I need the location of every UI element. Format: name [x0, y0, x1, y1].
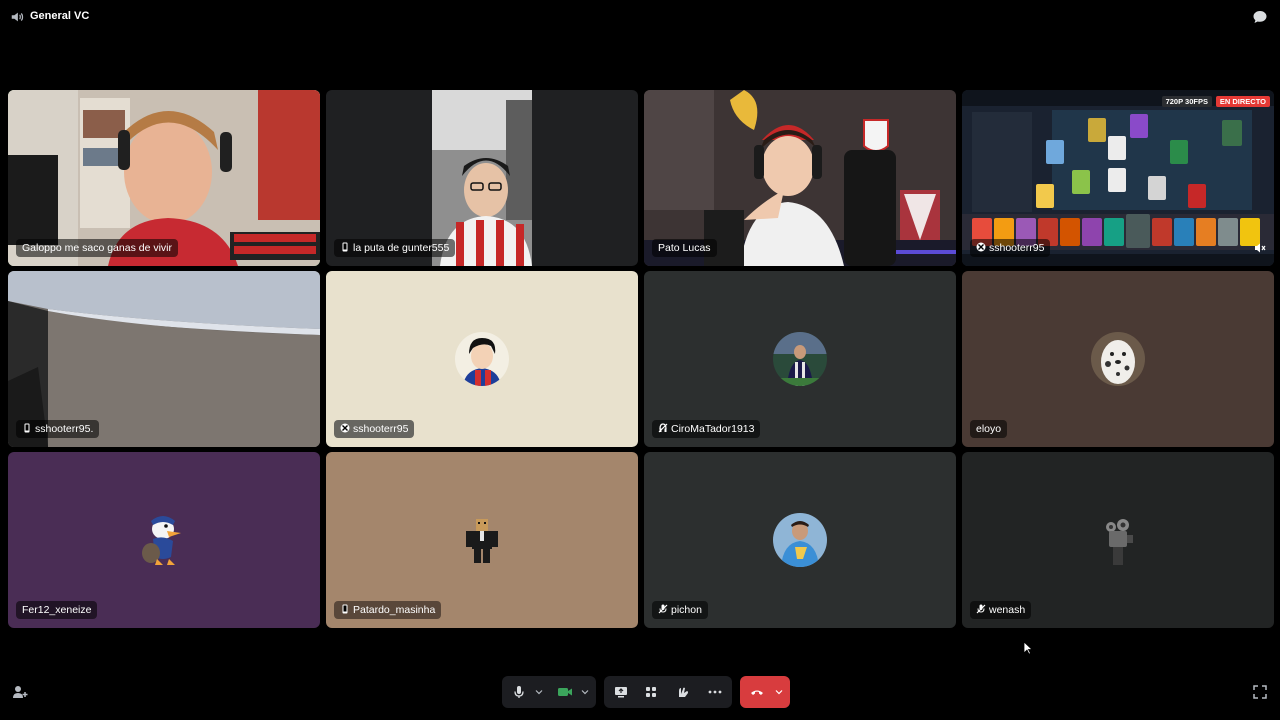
- live-badge: EN DIRECTO: [1215, 96, 1270, 107]
- microphone-icon: [514, 686, 524, 698]
- camera-options-button[interactable]: [578, 676, 592, 708]
- participant-name-text: la puta de gunter555: [353, 242, 450, 254]
- avatar: [1091, 513, 1145, 567]
- voice-controls-bar: [0, 670, 1280, 720]
- hangup-icon: [751, 690, 763, 695]
- phone-icon: [340, 604, 350, 614]
- avatar: [455, 332, 509, 386]
- participant-name-text: CiroMaTador1913: [671, 423, 755, 435]
- participant-name-text: sshooterr95: [353, 423, 409, 435]
- avatar: [773, 332, 827, 386]
- disconnect-button[interactable]: [740, 676, 790, 708]
- mic-options-button[interactable]: [532, 676, 546, 708]
- video-tile[interactable]: la puta de gunter555: [326, 90, 638, 266]
- participant-name: pichon: [652, 601, 708, 619]
- participant-tile[interactable]: sshooterr95: [326, 271, 638, 447]
- participant-name: eloyo: [970, 420, 1008, 438]
- avatar: [137, 513, 191, 567]
- participant-name: Patardo_masinha: [334, 601, 442, 619]
- participant-name: wenash: [970, 601, 1032, 619]
- xbox-icon: [340, 423, 350, 433]
- chat-icon[interactable]: [1252, 9, 1268, 25]
- video-tile[interactable]: Galoppo me saco ganas de vivir: [8, 90, 320, 266]
- avatar: [773, 513, 827, 567]
- participant-tile[interactable]: eloyo: [962, 271, 1274, 447]
- more-options-button[interactable]: [702, 676, 728, 708]
- participant-name: sshooterr95.: [16, 420, 100, 438]
- chevron-down-icon: [581, 690, 589, 695]
- hangup-button[interactable]: [744, 676, 770, 708]
- participant-name-text: sshooterr95.: [35, 423, 94, 435]
- participant-name: Galoppo me saco ganas de vivir: [16, 239, 178, 257]
- participant-name: sshooterr95: [970, 239, 1051, 257]
- deafened-icon: [658, 423, 668, 433]
- invite-user-icon[interactable]: [12, 684, 28, 700]
- chevron-down-icon: [535, 690, 543, 695]
- participant-tile[interactable]: Fer12_xeneize: [8, 452, 320, 628]
- participant-tile[interactable]: Patardo_masinha: [326, 452, 638, 628]
- participant-tile[interactable]: pichon: [644, 452, 956, 628]
- avatar: [455, 513, 509, 567]
- soundboard-icon: [679, 687, 688, 697]
- xbox-icon: [976, 242, 986, 252]
- soundboard-button[interactable]: [670, 676, 696, 708]
- participant-name: Fer12_xeneize: [16, 601, 98, 619]
- participant-name: CiroMaTador1913: [652, 420, 761, 438]
- participant-name: la puta de gunter555: [334, 239, 456, 257]
- participant-name-text: Patardo_masinha: [353, 604, 436, 616]
- muted-icon: [976, 604, 986, 614]
- more-icon: [708, 690, 722, 694]
- muted-icon: [658, 604, 668, 614]
- video-tile[interactable]: sshooterr95.: [8, 271, 320, 447]
- fullscreen-icon[interactable]: [1252, 684, 1268, 700]
- channel-title: General VC: [30, 10, 90, 22]
- participant-name-text: wenash: [989, 604, 1026, 616]
- actions-group: [604, 676, 732, 708]
- phone-icon: [340, 242, 350, 252]
- volume-icon[interactable]: [1254, 242, 1266, 254]
- screen-share-icon: [615, 687, 627, 698]
- participant-name: Pato Lucas: [652, 239, 717, 257]
- screen-share-button[interactable]: [608, 676, 634, 708]
- activities-button[interactable]: [638, 676, 664, 708]
- stream-quality-badge: 720P 30FPS: [1161, 96, 1212, 107]
- avatar: [1091, 332, 1145, 386]
- activities-icon: [646, 687, 656, 697]
- participant-name-text: sshooterr95: [989, 242, 1045, 254]
- camera-icon: [558, 688, 572, 696]
- participant-name: sshooterr95: [334, 420, 415, 438]
- participant-tile[interactable]: CiroMaTador1913: [644, 271, 956, 447]
- participant-name-text: pichon: [671, 604, 702, 616]
- top-bar: General VC: [0, 0, 1280, 34]
- mic-camera-group: [502, 676, 596, 708]
- microphone-button[interactable]: [508, 676, 530, 708]
- disconnect-options-button[interactable]: [772, 676, 786, 708]
- chevron-down-icon: [775, 690, 783, 695]
- phone-icon: [22, 423, 32, 433]
- speaker-icon: [11, 12, 24, 22]
- camera-button[interactable]: [552, 676, 578, 708]
- participant-tile[interactable]: wenash: [962, 452, 1274, 628]
- stream-tile[interactable]: 720P 30FPS EN DIRECTO sshooterr95: [962, 90, 1274, 266]
- video-tile[interactable]: Pato Lucas: [644, 90, 956, 266]
- mouse-cursor-icon: [1023, 641, 1033, 655]
